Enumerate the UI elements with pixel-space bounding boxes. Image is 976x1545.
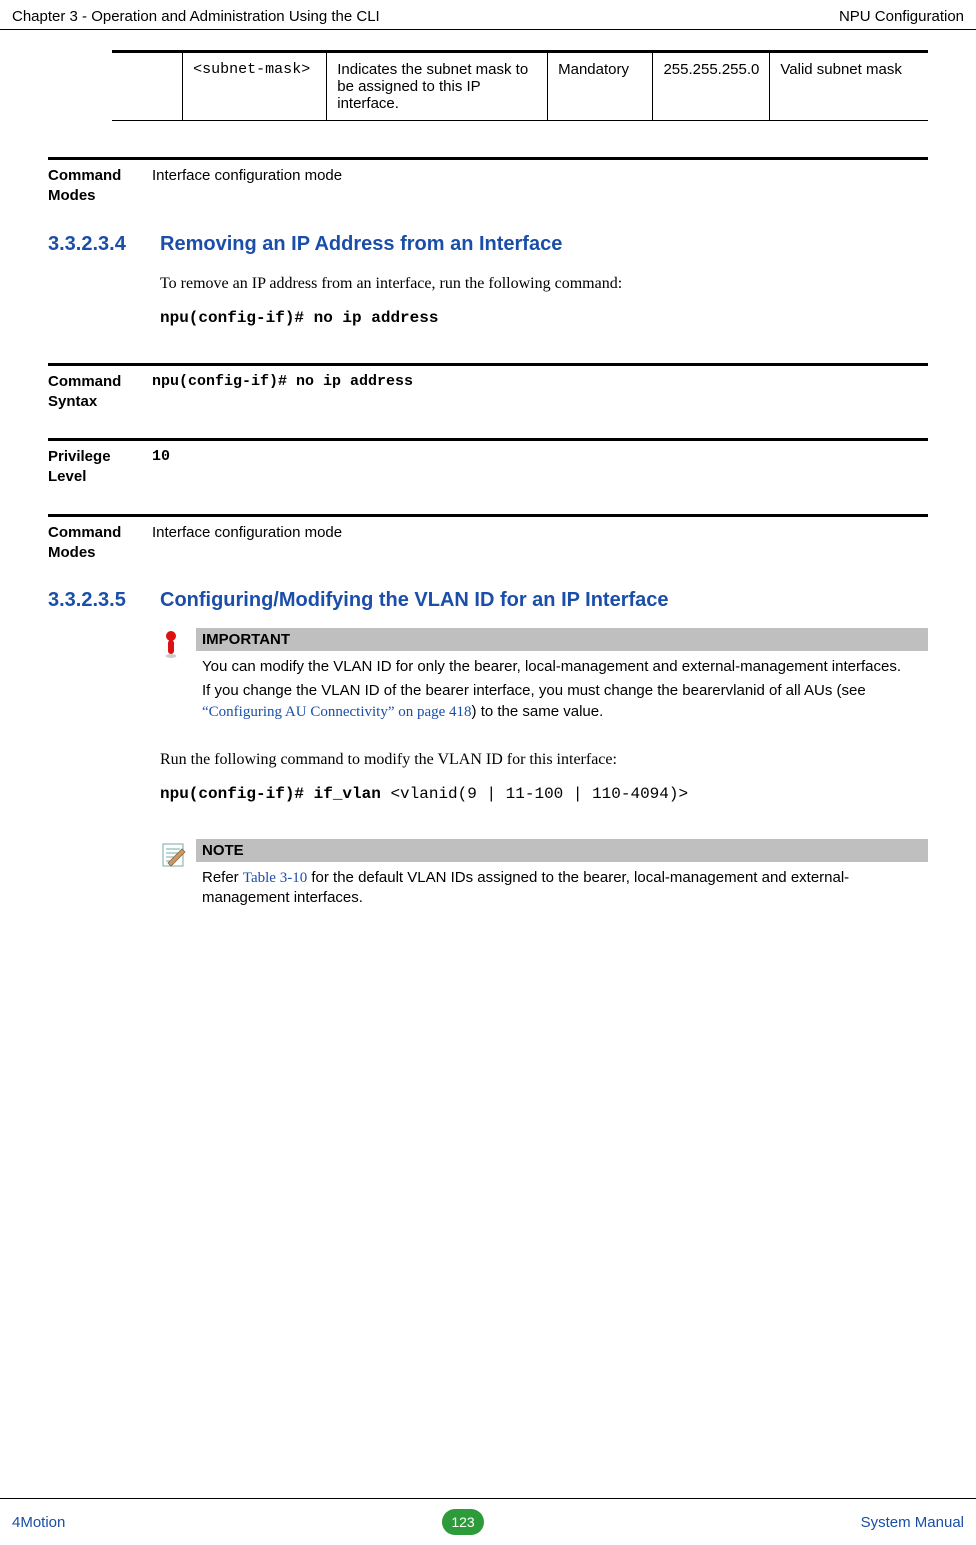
- param-valid: Valid subnet mask: [770, 52, 928, 121]
- def-label: Privilege Level: [48, 447, 152, 488]
- cross-ref-link[interactable]: “Configuring AU Connectivity” on page 41…: [202, 704, 472, 720]
- def-label: Command Modes: [48, 523, 152, 564]
- footer-left: 4Motion: [12, 1514, 65, 1531]
- command-text: npu(config-if)# if_vlan <vlanid(9 | 11-1…: [160, 785, 928, 803]
- note-icon: [160, 839, 196, 913]
- header-left: Chapter 3 - Operation and Administration…: [12, 8, 380, 25]
- page-header: Chapter 3 - Operation and Administration…: [0, 0, 976, 30]
- section-title: Removing an IP Address from an Interface: [160, 233, 928, 256]
- page-footer: 4Motion 123 System Manual: [0, 1498, 976, 1545]
- def-label: Command Modes: [48, 166, 152, 207]
- command-modes-block: Command Modes Interface configuration mo…: [48, 157, 928, 207]
- important-callout: IMPORTANT You can modify the VLAN ID for…: [160, 628, 928, 726]
- privilege-level-block: Privilege Level 10: [48, 438, 928, 488]
- text-part: ) to the same value.: [472, 703, 604, 720]
- callout-head: NOTE: [196, 839, 928, 862]
- command-modes-block: Command Modes Interface configuration mo…: [48, 514, 928, 564]
- important-icon: [160, 628, 196, 726]
- header-right: NPU Configuration: [839, 8, 964, 25]
- section-number: 3.3.2.3.4: [48, 233, 160, 256]
- section-title: Configuring/Modifying the VLAN ID for an…: [160, 589, 928, 612]
- note-callout: NOTE Refer Table 3-10 for the default VL…: [160, 839, 928, 913]
- def-value: npu(config-if)# no ip address: [152, 372, 928, 413]
- callout-text: You can modify the VLAN ID for only the …: [196, 657, 928, 677]
- text-part: Refer: [202, 869, 243, 886]
- body-text: Run the following command to modify the …: [160, 748, 928, 771]
- cross-ref-link[interactable]: Table 3-10: [243, 870, 307, 886]
- callout-body: IMPORTANT You can modify the VLAN ID for…: [196, 628, 928, 726]
- section-heading: 3.3.2.3.5 Configuring/Modifying the VLAN…: [48, 589, 928, 612]
- param-name: <subnet-mask>: [183, 52, 327, 121]
- section-number: 3.3.2.3.5: [48, 589, 160, 612]
- callout-head: IMPORTANT: [196, 628, 928, 651]
- cmd-bold: npu(config-if)# if_vlan: [160, 785, 390, 803]
- def-value: Interface configuration mode: [152, 166, 928, 207]
- param-presence: Mandatory: [548, 52, 653, 121]
- content: <subnet-mask> Indicates the subnet mask …: [0, 30, 976, 913]
- table-row: <subnet-mask> Indicates the subnet mask …: [112, 52, 928, 121]
- parameter-table: <subnet-mask> Indicates the subnet mask …: [112, 50, 928, 121]
- callout-text: If you change the VLAN ID of the bearer …: [196, 681, 928, 722]
- callout-text: Refer Table 3-10 for the default VLAN ID…: [196, 868, 928, 909]
- command-text: npu(config-if)# no ip address: [160, 309, 928, 327]
- command-syntax-block: Command Syntax npu(config-if)# no ip add…: [48, 363, 928, 413]
- def-value: Interface configuration mode: [152, 523, 928, 564]
- def-label: Command Syntax: [48, 372, 152, 413]
- page-number: 123: [442, 1509, 484, 1535]
- cmd-arg: <vlanid(9 | 11-100 | 110-4094)>: [390, 785, 688, 803]
- footer-right: System Manual: [861, 1514, 964, 1531]
- section-heading: 3.3.2.3.4 Removing an IP Address from an…: [48, 233, 928, 256]
- def-value: 10: [152, 447, 928, 488]
- callout-body: NOTE Refer Table 3-10 for the default VL…: [196, 839, 928, 913]
- param-desc: Indicates the subnet mask to be assigned…: [327, 52, 548, 121]
- body-text: To remove an IP address from an interfac…: [160, 272, 928, 295]
- text-part: If you change the VLAN ID of the bearer …: [202, 682, 866, 699]
- param-default: 255.255.255.0: [653, 52, 770, 121]
